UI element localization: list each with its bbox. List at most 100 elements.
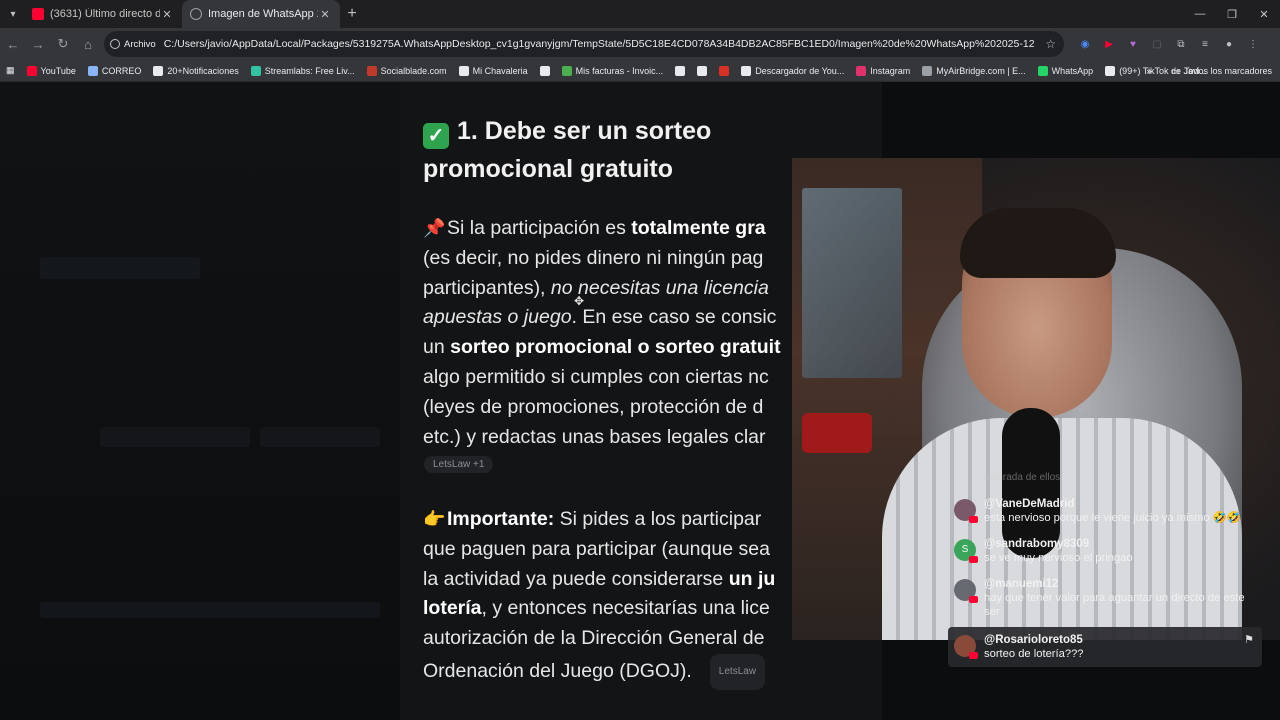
mouse-cursor-icon: ✥	[574, 294, 585, 308]
chat-username: @VaneDeMadrid	[984, 498, 1075, 510]
more-bookmarks-icon[interactable]: »	[1146, 66, 1151, 76]
source-chip[interactable]: LetsLaw	[709, 653, 766, 690]
section-heading: ✓ 1. Debe ser un sorteo promocional gratu…	[423, 112, 803, 188]
source-chip[interactable]: LetsLaw +1	[424, 456, 494, 473]
bookmark-label: YouTube	[40, 65, 76, 76]
tab-search-button[interactable]: ▾	[2, 3, 24, 25]
bookmark-item[interactable]: Streamlabs: Free Liv...	[245, 65, 361, 76]
bookmark-item[interactable]	[713, 65, 735, 76]
window-controls: — ❐ ✕	[1184, 0, 1280, 28]
youtube-extension-icon[interactable]: ▶	[1100, 35, 1118, 53]
tab-whatsapp-image[interactable]: Imagen de WhatsApp 2025-12- ✕	[182, 0, 340, 28]
bookmark-label: CORREO	[101, 65, 142, 76]
bookmark-item[interactable]: 20+Notificaciones	[147, 65, 244, 76]
close-icon[interactable]: ✕	[160, 8, 174, 21]
text: Ordenación del Juego (DGOJ).	[423, 659, 692, 682]
text-bold: Importante:	[447, 508, 555, 530]
youtube-icon	[32, 8, 44, 20]
bookmark-favicon-icon	[539, 65, 550, 76]
chat-username: @manuemi12	[984, 578, 1059, 590]
bookmark-favicon-icon	[697, 65, 708, 76]
bookmark-item[interactable]: YouTube	[21, 65, 82, 76]
heading-line: promocional gratuito	[423, 155, 673, 183]
dark-background	[882, 82, 1280, 158]
chat-username: @sandrabomy8309	[984, 538, 1090, 550]
bookmark-item[interactable]	[669, 65, 691, 76]
bookmark-favicon-icon	[856, 65, 867, 76]
tab-strip: ▾ (3631) Último directo del año - ✕ Imag…	[0, 0, 1280, 28]
chat-username: @Rosarioloreto85	[984, 634, 1083, 646]
forward-icon[interactable]: →	[26, 32, 50, 56]
bookmark-favicon-icon	[366, 65, 377, 76]
extension-icon[interactable]: ◉	[1076, 35, 1094, 53]
bookmark-item[interactable]: Mi Chavaleria	[453, 65, 534, 76]
address-bar[interactable]: Archivo C:/Users/javio/AppData/Local/Pac…	[104, 31, 1064, 57]
apps-icon[interactable]: ▦	[0, 65, 21, 76]
bookmark-label: WhatsApp	[1051, 65, 1094, 76]
pushpin-icon: 📌	[423, 218, 446, 238]
tab-title: (3631) Último directo del año -	[50, 8, 160, 20]
bookmark-favicon-icon	[153, 65, 164, 76]
extensions-area: ◉ ▶ ♥ ▢ ⧉ ≡ ● ⋮	[1076, 31, 1262, 57]
bookmark-item[interactable]: MyAirBridge.com | E...	[916, 65, 1031, 76]
minimize-icon[interactable]: —	[1184, 0, 1216, 28]
text-italic: apuestas o juego	[423, 306, 572, 329]
close-window-icon[interactable]: ✕	[1248, 0, 1280, 28]
text: . En ese caso se consic	[571, 306, 777, 329]
text: etc.) y redactas unas bases legales clar	[423, 425, 766, 448]
chat-message: S @sandrabomy8309 se ve muy nervioso el p…	[948, 533, 1262, 569]
background-monitor	[802, 188, 902, 378]
star-icon[interactable]: ☆	[1045, 37, 1056, 51]
bookmark-item[interactable]	[534, 65, 556, 76]
bookmark-item[interactable]: Socialblade.com	[361, 65, 453, 76]
blurred-background	[0, 82, 400, 720]
bookmark-item[interactable]: CORREO	[82, 65, 148, 76]
text: algo permitido si cumples con ciertas nc	[423, 365, 769, 388]
bookmark-favicon-icon	[458, 65, 469, 76]
all-bookmarks-button[interactable]: Todos los marcadores	[1184, 66, 1272, 76]
new-tab-button[interactable]: +	[340, 5, 364, 23]
chat-message: @VaneDeMadrid esta nervioso porque le vie…	[948, 493, 1262, 529]
bookmark-item[interactable]: WhatsApp	[1032, 65, 1100, 76]
heading-line: 1. Debe ser un sorteo	[457, 117, 712, 145]
chat-message-highlighted: @Rosarioloreto85 sorteo de lotería??? ⚑	[948, 627, 1262, 667]
file-chip-label: Archivo	[124, 38, 156, 50]
avatar	[954, 499, 978, 523]
text: (es decir, no pides dinero ni ningún pag	[423, 246, 764, 269]
info-icon	[110, 39, 120, 49]
bookmark-item[interactable]: Descargador de You...	[735, 65, 850, 76]
text: un	[423, 336, 445, 359]
reload-icon[interactable]: ↻	[51, 32, 75, 56]
bookmark-label: Socialblade.com	[380, 65, 447, 76]
profile-avatar[interactable]: ●	[1220, 35, 1238, 53]
tab-youtube[interactable]: (3631) Último directo del año - ✕	[24, 0, 182, 28]
bookmark-item[interactable]	[691, 65, 713, 76]
chat-text: hay que tener valor para aguantar un dir…	[984, 592, 1245, 618]
text-bold: un ju	[728, 567, 776, 590]
media-icon[interactable]: ≡	[1196, 35, 1214, 53]
restore-icon[interactable]: ❐	[1216, 0, 1248, 28]
extension-icon[interactable]: ▢	[1148, 35, 1166, 53]
flag-icon[interactable]: ⚑	[1244, 633, 1254, 646]
home-icon[interactable]: ⌂	[76, 32, 100, 56]
close-icon[interactable]: ✕	[318, 8, 332, 21]
bookmark-label: MyAirBridge.com | E...	[936, 65, 1026, 76]
heart-extension-icon[interactable]: ♥	[1124, 35, 1142, 53]
avatar	[954, 579, 978, 603]
file-chip[interactable]: Archivo	[110, 39, 164, 50]
puzzle-icon[interactable]: ⧉	[1172, 35, 1190, 53]
back-icon[interactable]: ←	[1, 32, 25, 56]
url-text[interactable]: C:/Users/javio/AppData/Local/Packages/53…	[164, 38, 1034, 50]
bookmark-label: Instagram	[870, 65, 911, 76]
text: , y entonces necesitarías una lice	[481, 597, 770, 620]
bookmark-favicon-icon	[922, 65, 933, 76]
menu-icon[interactable]: ⋮	[1244, 35, 1262, 53]
pointing-hand-icon: 👉	[423, 509, 446, 529]
bookmark-item[interactable]: Mis facturas - Invoic...	[556, 65, 670, 76]
streamer-hair	[960, 208, 1116, 278]
text: autorización de la Dirección General de	[423, 627, 765, 650]
text: Si pides a los participar	[559, 508, 762, 530]
bookmark-item[interactable]: Instagram	[850, 65, 916, 76]
live-chat-overlay: saturada de ellos @VaneDeMadrid esta nerv…	[948, 472, 1262, 671]
bookmark-label: Descargador de You...	[755, 65, 845, 76]
